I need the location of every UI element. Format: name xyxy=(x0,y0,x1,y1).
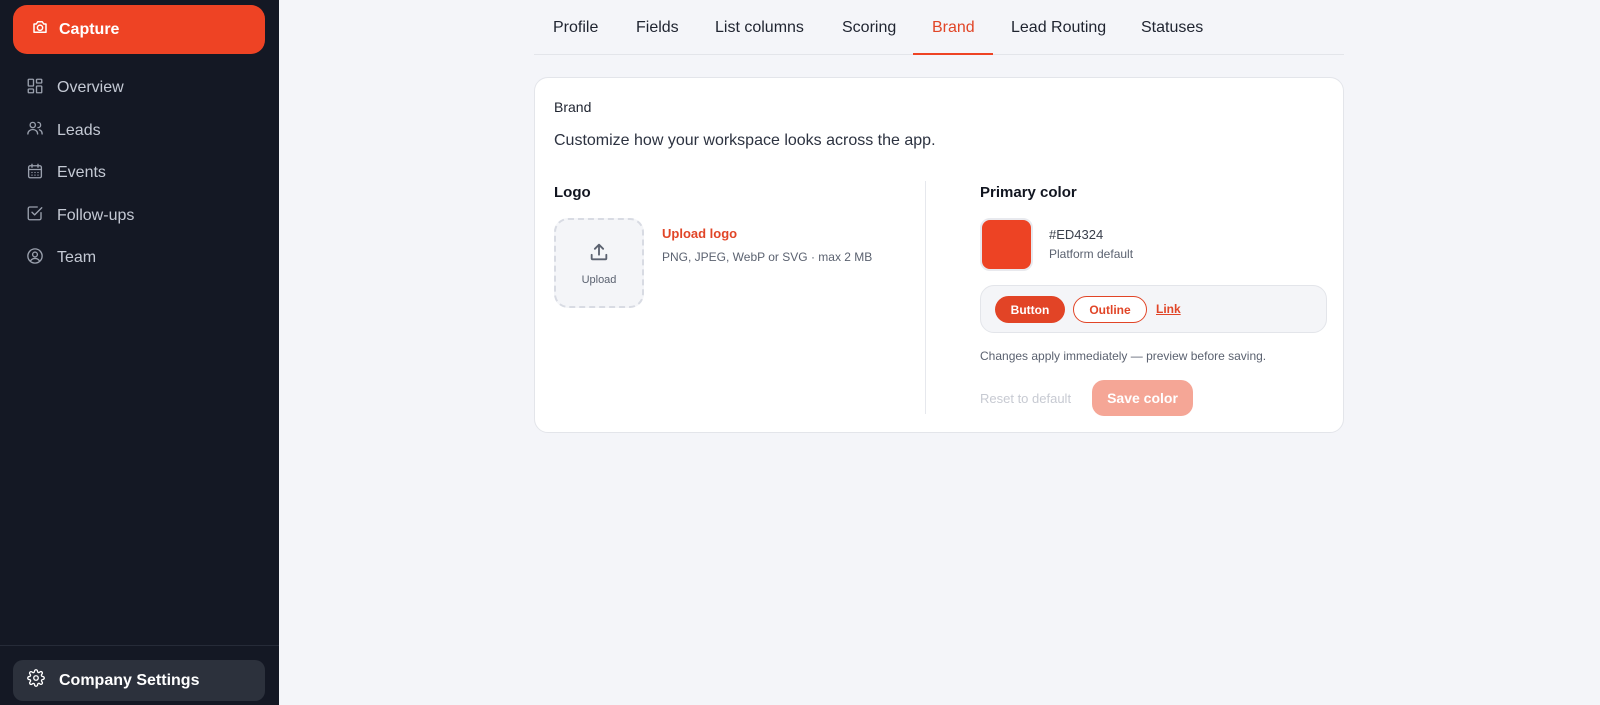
company-settings-label: Company Settings xyxy=(59,671,200,689)
save-color-button[interactable]: Save color xyxy=(1092,380,1193,416)
sidebar-item-label: Events xyxy=(57,164,106,182)
users-icon xyxy=(26,119,44,142)
preview-outline-button[interactable]: Outline xyxy=(1073,296,1147,323)
preview-button[interactable]: Button xyxy=(995,296,1065,323)
reset-to-default-button[interactable]: Reset to default xyxy=(980,391,1071,406)
tab-list-columns[interactable]: List columns xyxy=(715,0,804,55)
color-hint: Changes apply immediately — preview befo… xyxy=(980,349,1267,363)
section-divider xyxy=(925,181,926,414)
upload-icon xyxy=(588,241,610,268)
sidebar-item-team[interactable]: Team xyxy=(13,237,265,280)
sidebar: Capture Overview Leads Events Follow-ups xyxy=(0,0,279,705)
sidebar-item-label: Leads xyxy=(57,121,101,139)
sidebar-item-label: Overview xyxy=(57,79,124,97)
preview-link[interactable]: Link xyxy=(1156,302,1181,316)
sidebar-item-leads[interactable]: Leads xyxy=(13,110,265,153)
logo-upload-dropzone[interactable]: Upload xyxy=(554,218,644,308)
color-subtitle: Platform default xyxy=(1049,247,1134,261)
sidebar-item-follow-ups[interactable]: Follow-ups xyxy=(13,195,265,238)
sidebar-item-label: Follow-ups xyxy=(57,206,135,224)
tab-lead-routing[interactable]: Lead Routing xyxy=(1011,0,1106,55)
active-tab-indicator xyxy=(913,53,993,55)
brand-card: Brand Customize how your workspace looks… xyxy=(534,77,1344,433)
upload-box-label: Upload xyxy=(581,273,617,286)
check-square-icon xyxy=(26,204,44,227)
logo-heading: Logo xyxy=(554,184,591,201)
user-circle-icon xyxy=(26,247,44,270)
gear-icon xyxy=(27,669,45,692)
color-hex-value: #ED4324 xyxy=(1049,227,1104,242)
sidebar-nav: Overview Leads Events Follow-ups Team xyxy=(13,67,265,280)
sidebar-item-label: Team xyxy=(57,249,97,267)
color-preview-panel: Button Outline Link xyxy=(980,285,1327,333)
tab-brand[interactable]: Brand xyxy=(932,0,975,55)
color-swatch[interactable] xyxy=(980,218,1033,271)
tab-statuses[interactable]: Statuses xyxy=(1141,0,1203,55)
capture-button[interactable]: Capture xyxy=(13,5,265,54)
tab-fields[interactable]: Fields xyxy=(636,0,679,55)
sidebar-item-events[interactable]: Events xyxy=(13,152,265,195)
company-settings-button[interactable]: Company Settings xyxy=(13,660,265,701)
sidebar-item-overview[interactable]: Overview xyxy=(13,67,265,110)
card-title: Brand xyxy=(554,99,592,115)
card-description: Customize how your workspace looks acros… xyxy=(554,132,936,149)
grid-icon xyxy=(26,77,44,100)
upload-hint: PNG, JPEG, WebP or SVG · max 2 MB xyxy=(662,250,873,264)
calendar-icon xyxy=(26,162,44,185)
tab-scoring[interactable]: Scoring xyxy=(842,0,896,55)
capture-label: Capture xyxy=(59,20,120,38)
camera-icon xyxy=(31,18,49,41)
sidebar-divider xyxy=(0,645,279,646)
primary-color-heading: Primary color xyxy=(980,184,1077,201)
tab-profile[interactable]: Profile xyxy=(553,0,598,55)
upload-logo-link[interactable]: Upload logo xyxy=(662,226,737,241)
